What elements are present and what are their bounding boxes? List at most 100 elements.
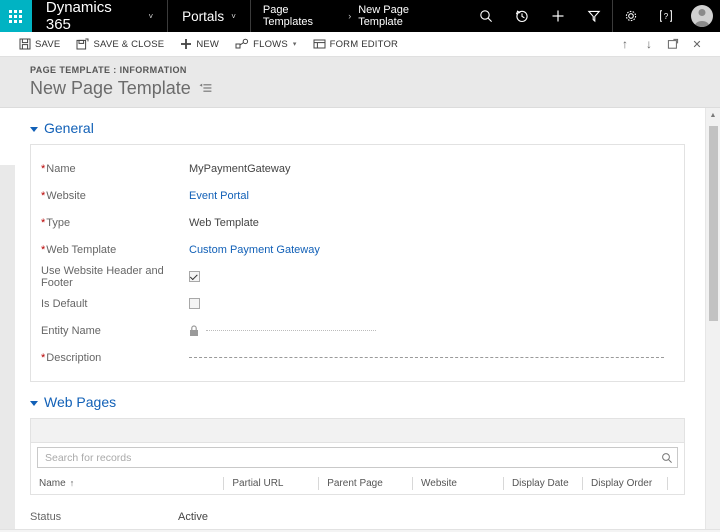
- required-indicator: *: [41, 162, 46, 175]
- flows-button[interactable]: FLOWS ▾: [228, 33, 304, 56]
- field-row-name: * Name MyPaymentGateway: [31, 155, 684, 182]
- form-scrollbar[interactable]: ▲ ▼: [705, 108, 720, 532]
- form-editor-button[interactable]: FORM EDITOR: [306, 33, 406, 56]
- field-value-web-template[interactable]: Custom Payment Gateway: [189, 244, 320, 256]
- web-pages-subgrid: Name ↑ Partial URL Parent Page Website D…: [30, 418, 685, 495]
- section-title-web-pages: Web Pages: [44, 394, 117, 410]
- next-record-button[interactable]: ↓: [638, 33, 660, 56]
- navbar-icon-group: ?: [468, 0, 720, 32]
- scrollbar-thumb[interactable]: [708, 126, 718, 321]
- lock-icon: [190, 324, 198, 336]
- save-label: SAVE: [35, 38, 61, 50]
- field-label-entity-name: Entity Name: [41, 325, 189, 337]
- close-button[interactable]: ✕: [686, 33, 708, 56]
- checkbox-is-default[interactable]: [189, 298, 200, 309]
- scrollbar-track[interactable]: [706, 122, 720, 532]
- field-label-web-template: * Web Template: [41, 244, 189, 256]
- help-icon: ?: [660, 10, 672, 22]
- scroll-up-button[interactable]: ▲: [706, 108, 720, 122]
- field-row-type: * Type Web Template: [31, 209, 684, 236]
- history-icon: [515, 10, 528, 23]
- save-button[interactable]: SAVE: [12, 33, 67, 56]
- field-value-name[interactable]: MyPaymentGateway: [189, 163, 290, 175]
- section-title-general: General: [44, 120, 94, 136]
- section-header-general[interactable]: General: [30, 120, 705, 136]
- user-profile-button[interactable]: [684, 0, 720, 32]
- app-name-label: Dynamics 365: [45, 0, 112, 33]
- search-button[interactable]: [468, 0, 504, 32]
- flows-icon: [235, 38, 249, 49]
- column-header-partial-url[interactable]: Partial URL: [223, 476, 318, 490]
- field-row-website: * Website Event Portal: [31, 182, 684, 209]
- new-button[interactable]: NEW: [173, 33, 226, 56]
- popout-button[interactable]: [662, 33, 684, 56]
- breadcrumb-item-page-templates[interactable]: Page Templates: [263, 4, 341, 28]
- recent-history-button[interactable]: [504, 0, 540, 32]
- save-icon: [19, 38, 31, 50]
- field-value-status[interactable]: Active: [178, 511, 208, 523]
- save-and-close-icon: [76, 38, 89, 50]
- field-value-type[interactable]: Web Template: [189, 217, 259, 229]
- previous-record-button[interactable]: ↑: [614, 33, 636, 56]
- field-row-is-default: Is Default: [31, 290, 684, 317]
- column-header-display-order[interactable]: Display Order: [582, 476, 667, 490]
- search-icon: [662, 452, 672, 463]
- previous-record-icon: ↑: [622, 37, 628, 51]
- search-icon: [480, 10, 492, 22]
- label-text: Entity Name: [41, 324, 101, 337]
- label-text: Use Website Header and Footer: [41, 264, 164, 289]
- plus-icon: [181, 39, 192, 49]
- collapse-triangle-icon: [30, 127, 38, 132]
- field-label-status: Status: [30, 510, 62, 523]
- advanced-filter-button[interactable]: [576, 0, 612, 32]
- column-header-spacer: [667, 476, 684, 490]
- required-indicator: *: [41, 216, 46, 229]
- form-selector-button[interactable]: [199, 83, 212, 94]
- quick-create-button[interactable]: [540, 0, 576, 32]
- form-scroll-area: General * Name MyPaymentGateway * Websit…: [0, 108, 705, 532]
- settings-button[interactable]: [612, 0, 648, 32]
- field-value-description[interactable]: [189, 357, 664, 358]
- record-title-row: New Page Template: [30, 78, 720, 99]
- label-text: Web Template: [46, 243, 117, 256]
- field-label-use-website-header-footer: Use Website Header and Footer: [41, 265, 189, 289]
- field-value-website[interactable]: Event Portal: [189, 190, 249, 202]
- column-header-display-date[interactable]: Display Date: [502, 476, 582, 490]
- chevron-down-icon: ˅: [148, 11, 154, 21]
- area-menu-portals[interactable]: Portals ˅: [168, 0, 251, 32]
- field-label-name: * Name: [41, 163, 189, 175]
- area-name-label: Portals: [182, 8, 225, 24]
- search-input[interactable]: [38, 451, 657, 464]
- svg-text:?: ?: [664, 12, 669, 21]
- form-editor-icon: [313, 39, 326, 49]
- field-row-status: Status Active: [15, 503, 705, 529]
- save-and-close-button[interactable]: SAVE & CLOSE: [69, 33, 171, 56]
- breadcrumb: Page Templates › New Page Template: [251, 0, 468, 32]
- subgrid-toolbar: [31, 419, 684, 443]
- popout-icon: [667, 38, 679, 49]
- field-row-entity-name: Entity Name: [31, 317, 684, 344]
- close-icon: ✕: [692, 38, 702, 51]
- checkbox-use-website-header-footer[interactable]: [189, 271, 200, 282]
- help-button[interactable]: ?: [648, 0, 684, 32]
- top-navigation-bar: Dynamics 365 ˅ Portals ˅ Page Templates …: [0, 0, 720, 33]
- app-name-menu[interactable]: Dynamics 365 ˅: [32, 0, 169, 33]
- column-header-website[interactable]: Website: [412, 476, 503, 490]
- required-indicator: *: [41, 351, 46, 364]
- sort-ascending-icon: ↑: [69, 478, 75, 488]
- label-text: Name: [46, 162, 76, 175]
- column-header-parent-page[interactable]: Parent Page: [318, 476, 412, 490]
- subgrid-search-box[interactable]: [37, 447, 678, 468]
- collapse-triangle-icon: [30, 401, 38, 406]
- search-button[interactable]: [657, 452, 677, 464]
- label-text: Is Default: [41, 297, 88, 310]
- label-text: Description: [46, 351, 102, 364]
- column-header-name[interactable]: Name ↑: [31, 477, 223, 490]
- section-header-web-pages[interactable]: Web Pages: [30, 394, 705, 410]
- field-label-website: * Website: [41, 190, 189, 202]
- record-type-label: PAGE TEMPLATE : INFORMATION: [30, 65, 187, 75]
- command-bar: SAVE SAVE & CLOSE NEW FLOWS ▾ FORM EDITO…: [0, 32, 720, 57]
- required-indicator: *: [41, 189, 46, 202]
- app-launcher-button[interactable]: [0, 0, 32, 32]
- general-fields-container: * Name MyPaymentGateway * Website Event …: [30, 144, 685, 382]
